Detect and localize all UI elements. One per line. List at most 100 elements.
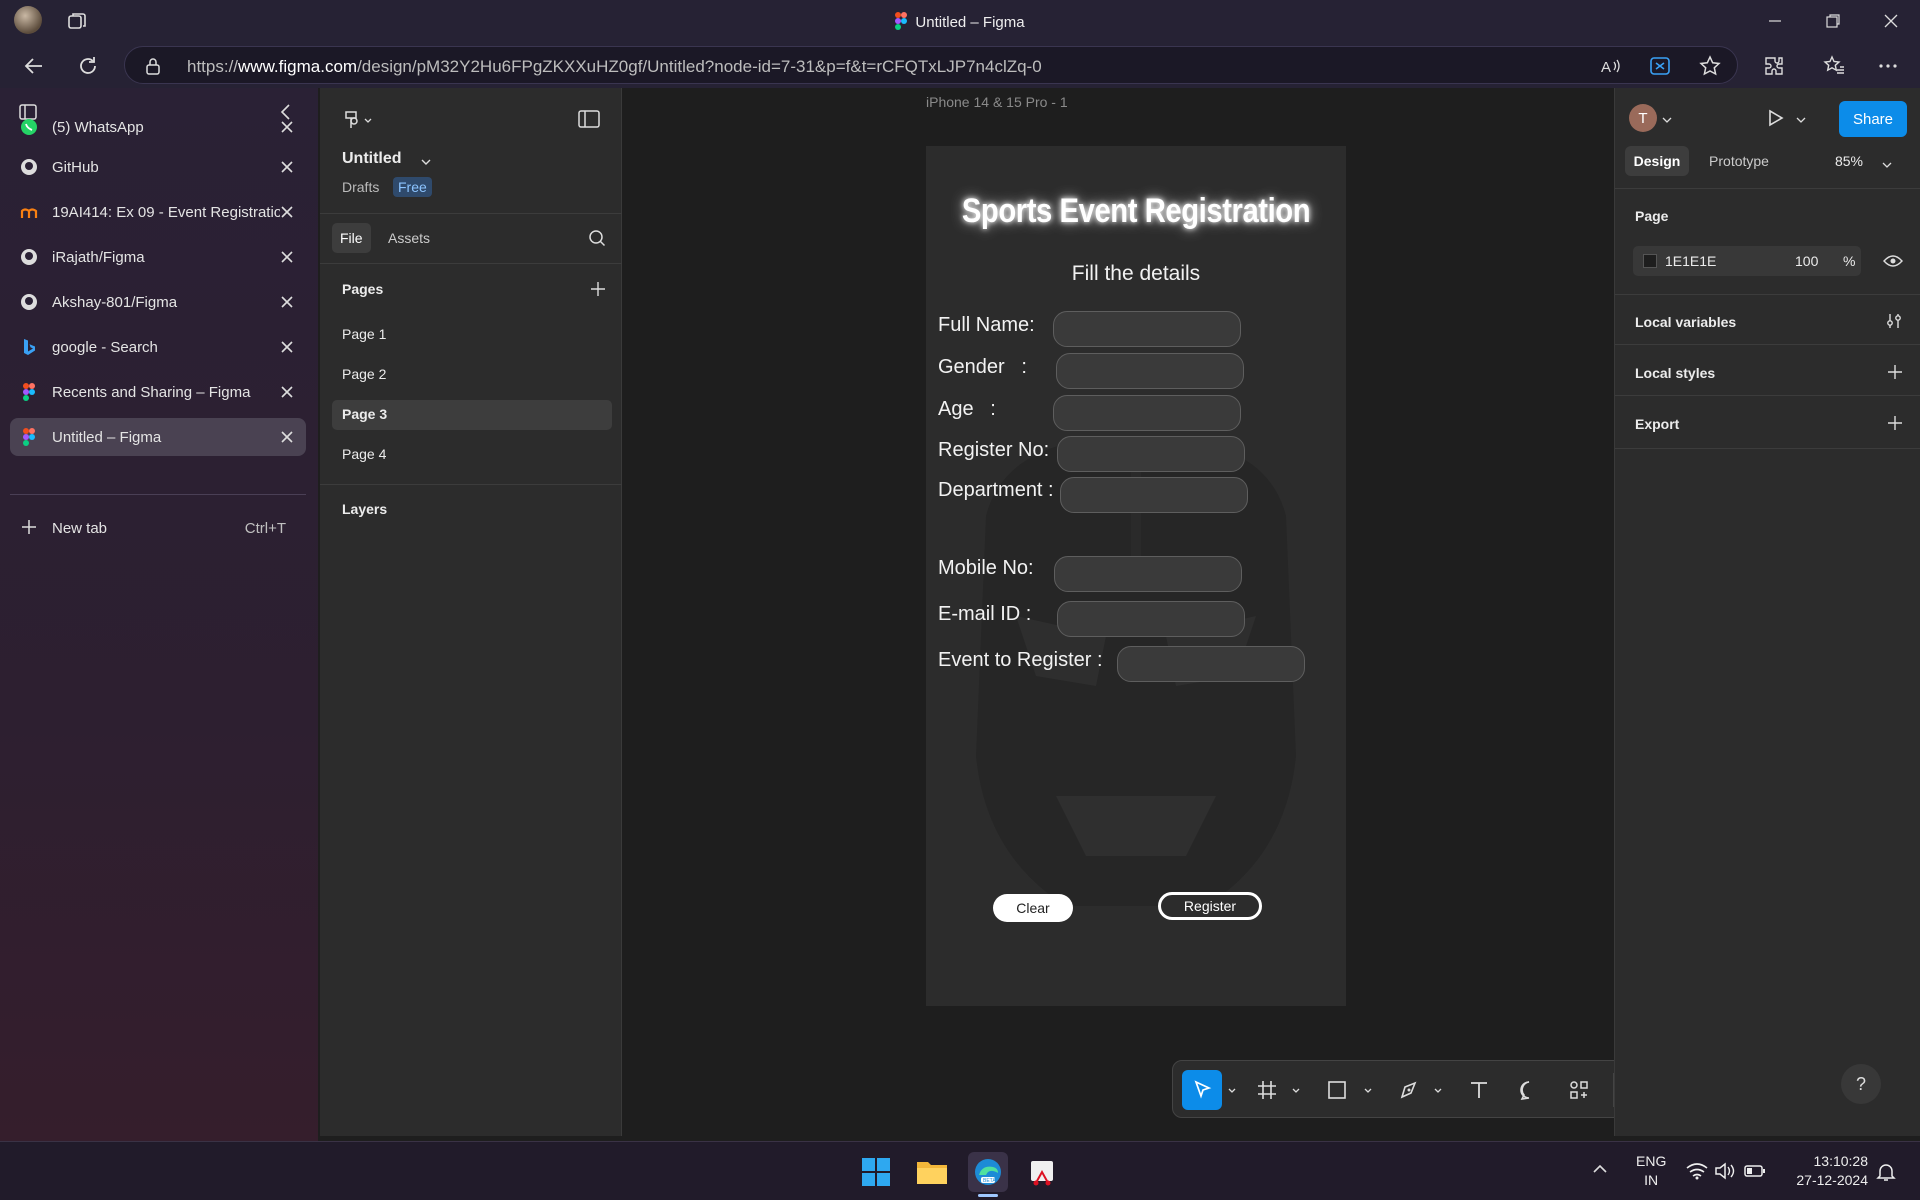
tab-design[interactable]: Design xyxy=(1625,146,1689,176)
refresh-button[interactable] xyxy=(72,50,104,82)
add-style-icon[interactable] xyxy=(1887,364,1903,385)
close-tab-icon[interactable] xyxy=(278,338,296,356)
actions-tool-icon[interactable] xyxy=(1559,1070,1599,1110)
input-department[interactable] xyxy=(1060,477,1248,513)
frame-tool-icon[interactable] xyxy=(1247,1070,1287,1110)
restore-button[interactable] xyxy=(1808,0,1858,42)
chevron-down-icon[interactable] xyxy=(1227,1083,1237,1093)
file-explorer-icon[interactable] xyxy=(912,1152,952,1192)
add-export-icon[interactable] xyxy=(1887,415,1903,436)
input-gender[interactable] xyxy=(1056,353,1244,389)
close-tab-icon[interactable] xyxy=(278,428,296,446)
tab-github[interactable]: GitHub xyxy=(10,148,306,186)
local-variables-label[interactable]: Local variables xyxy=(1635,314,1736,330)
page-fill-field[interactable]: 1E1E1E 100 % xyxy=(1633,246,1861,276)
chevron-down-icon[interactable] xyxy=(1795,112,1807,130)
input-full-name[interactable] xyxy=(1053,311,1241,347)
read-aloud-icon[interactable]: A xyxy=(1599,55,1621,77)
chevron-down-icon[interactable] xyxy=(1881,157,1893,175)
page-item-2[interactable]: Page 2 xyxy=(342,366,386,382)
page-item-1[interactable]: Page 1 xyxy=(342,326,386,342)
tab-irajath-figma[interactable]: iRajath/Figma xyxy=(10,238,306,276)
minimize-button[interactable] xyxy=(1750,0,1800,42)
snipping-tool-icon[interactable] xyxy=(1022,1152,1062,1192)
pen-tool-icon[interactable] xyxy=(1389,1070,1429,1110)
chevron-down-icon[interactable] xyxy=(1363,1083,1373,1093)
chevron-down-icon[interactable] xyxy=(1661,112,1673,130)
chevron-down-icon[interactable] xyxy=(1433,1083,1443,1093)
figma-main-menu-icon[interactable] xyxy=(344,110,374,135)
eye-icon[interactable] xyxy=(1883,253,1903,274)
input-event[interactable] xyxy=(1117,646,1305,682)
plan-badge[interactable]: Free xyxy=(393,177,432,197)
comment-tool-icon[interactable] xyxy=(1509,1070,1549,1110)
move-tool-icon[interactable] xyxy=(1182,1070,1222,1110)
tab-whatsapp[interactable]: (5) WhatsApp xyxy=(10,108,306,146)
extensions-icon[interactable] xyxy=(1758,50,1790,82)
register-button[interactable]: Register xyxy=(1158,892,1262,920)
input-email[interactable] xyxy=(1057,601,1245,637)
app-available-icon[interactable] xyxy=(1649,55,1671,77)
close-tab-icon[interactable] xyxy=(278,248,296,266)
page-color-hex[interactable]: 1E1E1E xyxy=(1665,253,1716,269)
windows-start-icon[interactable] xyxy=(856,1152,896,1192)
url-text[interactable]: https://www.figma.com/design/pM32Y2Hu6FP… xyxy=(187,57,1042,77)
clear-button[interactable]: Clear xyxy=(993,894,1073,922)
tab-file[interactable]: File xyxy=(332,223,371,253)
rectangle-tool-icon[interactable] xyxy=(1317,1070,1357,1110)
lock-icon[interactable] xyxy=(145,57,161,80)
color-swatch[interactable] xyxy=(1643,254,1657,268)
tab-moodle[interactable]: 19AI414: Ex 09 - Event Registration xyxy=(10,193,306,231)
page-opacity[interactable]: 100 xyxy=(1795,253,1818,269)
input-age[interactable] xyxy=(1053,395,1241,431)
chevron-up-icon[interactable] xyxy=(1592,1162,1608,1180)
tab-prototype[interactable]: Prototype xyxy=(1697,146,1781,176)
input-language[interactable]: ENG IN xyxy=(1636,1152,1666,1190)
clock[interactable]: 13:10:28 27-12-2024 xyxy=(1784,1152,1868,1190)
address-bar[interactable]: https://www.figma.com/design/pM32Y2Hu6FP… xyxy=(124,46,1738,84)
close-tab-icon[interactable] xyxy=(278,203,296,221)
help-icon[interactable]: ? xyxy=(1841,1064,1881,1104)
file-location[interactable]: Drafts xyxy=(342,179,379,195)
variables-settings-icon[interactable] xyxy=(1885,312,1903,335)
close-window-button[interactable] xyxy=(1866,0,1916,42)
tab-assets[interactable]: Assets xyxy=(380,223,438,253)
toggle-ui-icon[interactable] xyxy=(578,110,600,133)
export-label[interactable]: Export xyxy=(1635,416,1679,432)
edge-browser-icon[interactable]: BETA xyxy=(968,1152,1008,1192)
new-tab-button[interactable]: New tab Ctrl+T xyxy=(10,510,306,546)
figma-canvas[interactable]: iPhone 14 & 15 Pro - 1 Sports Event Regi… xyxy=(622,88,1696,1136)
favorites-icon[interactable] xyxy=(1818,50,1850,82)
tab-figma-recents[interactable]: Recents and Sharing – Figma xyxy=(10,373,306,411)
favorite-star-icon[interactable] xyxy=(1699,55,1721,77)
file-name[interactable]: Untitled xyxy=(342,150,402,168)
tab-untitled-figma[interactable]: Untitled – Figma xyxy=(10,418,306,456)
page-item-4[interactable]: Page 4 xyxy=(342,446,386,462)
page-item-3[interactable]: Page 3 xyxy=(342,406,387,422)
input-mobile-no[interactable] xyxy=(1054,556,1242,592)
frame-label[interactable]: iPhone 14 & 15 Pro - 1 xyxy=(926,94,1068,110)
user-avatar[interactable]: T xyxy=(1629,104,1657,132)
back-button[interactable] xyxy=(18,50,50,82)
chevron-down-icon[interactable] xyxy=(420,154,432,172)
search-icon[interactable] xyxy=(588,229,606,252)
close-tab-icon[interactable] xyxy=(278,118,296,136)
volume-icon[interactable] xyxy=(1714,1162,1736,1185)
tab-google-search[interactable]: google - Search xyxy=(10,328,306,366)
close-tab-icon[interactable] xyxy=(278,293,296,311)
local-styles-label[interactable]: Local styles xyxy=(1635,365,1715,381)
close-tab-icon[interactable] xyxy=(278,158,296,176)
text-tool-icon[interactable] xyxy=(1459,1070,1499,1110)
chevron-down-icon[interactable] xyxy=(1291,1083,1301,1093)
wifi-icon[interactable] xyxy=(1686,1162,1708,1185)
phone-frame[interactable]: Sports Event Registration Fill the detai… xyxy=(926,146,1346,1006)
zoom-level[interactable]: 85% xyxy=(1829,146,1869,176)
share-button[interactable]: Share xyxy=(1839,101,1907,137)
battery-icon[interactable] xyxy=(1744,1163,1766,1184)
more-menu-icon[interactable] xyxy=(1872,50,1904,82)
present-play-icon[interactable] xyxy=(1765,108,1785,133)
notification-bell-icon[interactable] xyxy=(1876,1162,1896,1187)
tab-akshay-figma[interactable]: Akshay-801/Figma xyxy=(10,283,306,321)
close-tab-icon[interactable] xyxy=(278,383,296,401)
input-register-no[interactable] xyxy=(1057,436,1245,472)
